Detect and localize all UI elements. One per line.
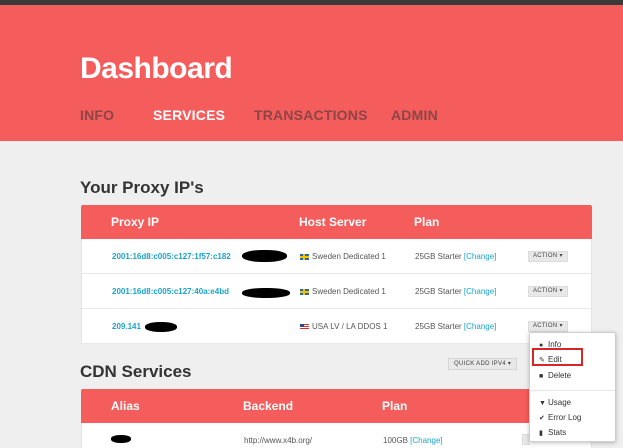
plan-cell: 25GB Starter [Change] (415, 287, 496, 296)
proxy-ip-link[interactable]: 2001:16d8:c005:c127:1f57:c182 (112, 252, 231, 261)
caret-down-icon: ▾ (559, 253, 563, 259)
host-server: USA LV / LA DDOS 1 (300, 322, 387, 331)
proxy-ip-link[interactable]: 209.141 (112, 322, 141, 331)
table-row: 209.141 USA LV / LA DDOS 1 25GB Starter … (81, 309, 592, 344)
filter-icon: ▼ (539, 400, 546, 407)
menu-item-label: Stats (548, 428, 567, 437)
backend-url: http://www.x4b.org/ (244, 436, 313, 445)
proxy-ip-link[interactable]: 2001:16d8:c005:c127:40a:e4bd (112, 287, 229, 296)
menu-item-stats[interactable]: ▮ Stats (539, 428, 566, 437)
action-dropdown-menu: ● Info ✎ Edit ■ Delete ▼ Usage ✔ Error Log ▮ S… (529, 332, 616, 442)
menu-item-label: Usage (548, 398, 572, 407)
menu-item-delete[interactable]: ■ Delete (539, 371, 571, 380)
action-button[interactable]: ACTION ▾ (528, 286, 568, 297)
host-server-label: Sweden Dedicated 1 (312, 252, 386, 261)
column-header-backend: Backend (243, 399, 294, 413)
plan-cell: 25GB Starter [Change] (415, 252, 496, 261)
caret-down-icon: ▾ (559, 323, 563, 329)
trash-icon: ■ (539, 373, 544, 380)
action-label: ACTION (533, 323, 558, 329)
menu-divider (530, 390, 615, 391)
menu-item-label: Delete (548, 371, 572, 380)
redaction-mark (242, 288, 290, 298)
tab-transactions[interactable]: TRANSACTIONS (254, 107, 368, 123)
caret-down-icon: ▾ (507, 361, 512, 367)
plan-label: 25GB Starter (415, 252, 462, 261)
action-label: ACTION (533, 288, 558, 294)
plan-label: 25GB Starter (415, 287, 462, 296)
change-plan-link[interactable]: [Change] (410, 436, 442, 445)
host-server: Sweden Dedicated 1 (300, 287, 386, 296)
action-label: ACTION (533, 253, 558, 259)
host-server-label: Sweden Dedicated 1 (312, 287, 386, 296)
tab-services[interactable]: SERVICES (153, 107, 225, 123)
check-icon: ✔ (539, 415, 545, 422)
pencil-icon: ✎ (539, 357, 545, 364)
redaction-mark (111, 435, 131, 443)
menu-item-usage[interactable]: ▼ Usage (539, 398, 571, 407)
host-server: Sweden Dedicated 1 (300, 252, 386, 261)
action-button[interactable]: ACTION ▾ (528, 321, 568, 332)
table-row: http://www.x4b.org/ 100GB [Change] (81, 423, 592, 448)
menu-item-edit[interactable]: ✎ Edit (539, 355, 562, 364)
table-row: 2001:16d8:c005:c127:40a:e4bd Sweden Dedi… (81, 274, 592, 309)
redaction-mark (242, 250, 287, 262)
page-title: Dashboard (80, 52, 233, 85)
column-header-plan: Plan (382, 399, 408, 413)
change-plan-link[interactable]: [Change] (464, 287, 496, 296)
sweden-flag-icon (300, 254, 309, 260)
column-header-proxy-ip: Proxy IP (111, 215, 160, 229)
cdn-table-header: Alias Backend Plan (81, 389, 592, 423)
plan-cell: 25GB Starter [Change] (415, 322, 496, 331)
column-header-plan: Plan (414, 215, 440, 229)
change-plan-link[interactable]: [Change] (464, 322, 496, 331)
tab-info[interactable]: INFO (80, 107, 114, 123)
cdn-section-title: CDN Services (80, 362, 192, 381)
menu-item-label: Error Log (548, 413, 582, 422)
plan-label: 25GB Starter (415, 322, 462, 331)
tab-admin[interactable]: ADMIN (391, 107, 438, 123)
menu-item-label: Edit (548, 355, 562, 364)
table-row: 2001:16d8:c005:c127:1f57:c182 Sweden Ded… (81, 239, 592, 274)
redaction-mark (145, 322, 177, 332)
column-header-alias: Alias (111, 399, 140, 413)
quick-add-label: QUICK ADD IPV4 (454, 361, 506, 367)
quick-add-ipv4-button[interactable]: QUICK ADD IPV4 ▾ (448, 358, 518, 370)
usa-flag-icon (300, 324, 309, 330)
proxy-table-header: Proxy IP Host Server Plan (81, 205, 592, 239)
sweden-flag-icon (300, 289, 309, 295)
change-plan-link[interactable]: [Change] (464, 252, 496, 261)
column-header-host-server: Host Server (299, 215, 367, 229)
caret-down-icon: ▾ (559, 288, 563, 294)
plan-cell: 100GB [Change] (383, 436, 443, 445)
plan-label: 100GB (383, 436, 408, 445)
bar-chart-icon: ▮ (539, 430, 543, 437)
proxy-section-title: Your Proxy IP's (80, 178, 204, 197)
action-button[interactable]: ACTION ▾ (528, 251, 568, 262)
host-server-label: USA LV / LA DDOS 1 (312, 322, 388, 331)
menu-item-error-log[interactable]: ✔ Error Log (539, 413, 581, 422)
